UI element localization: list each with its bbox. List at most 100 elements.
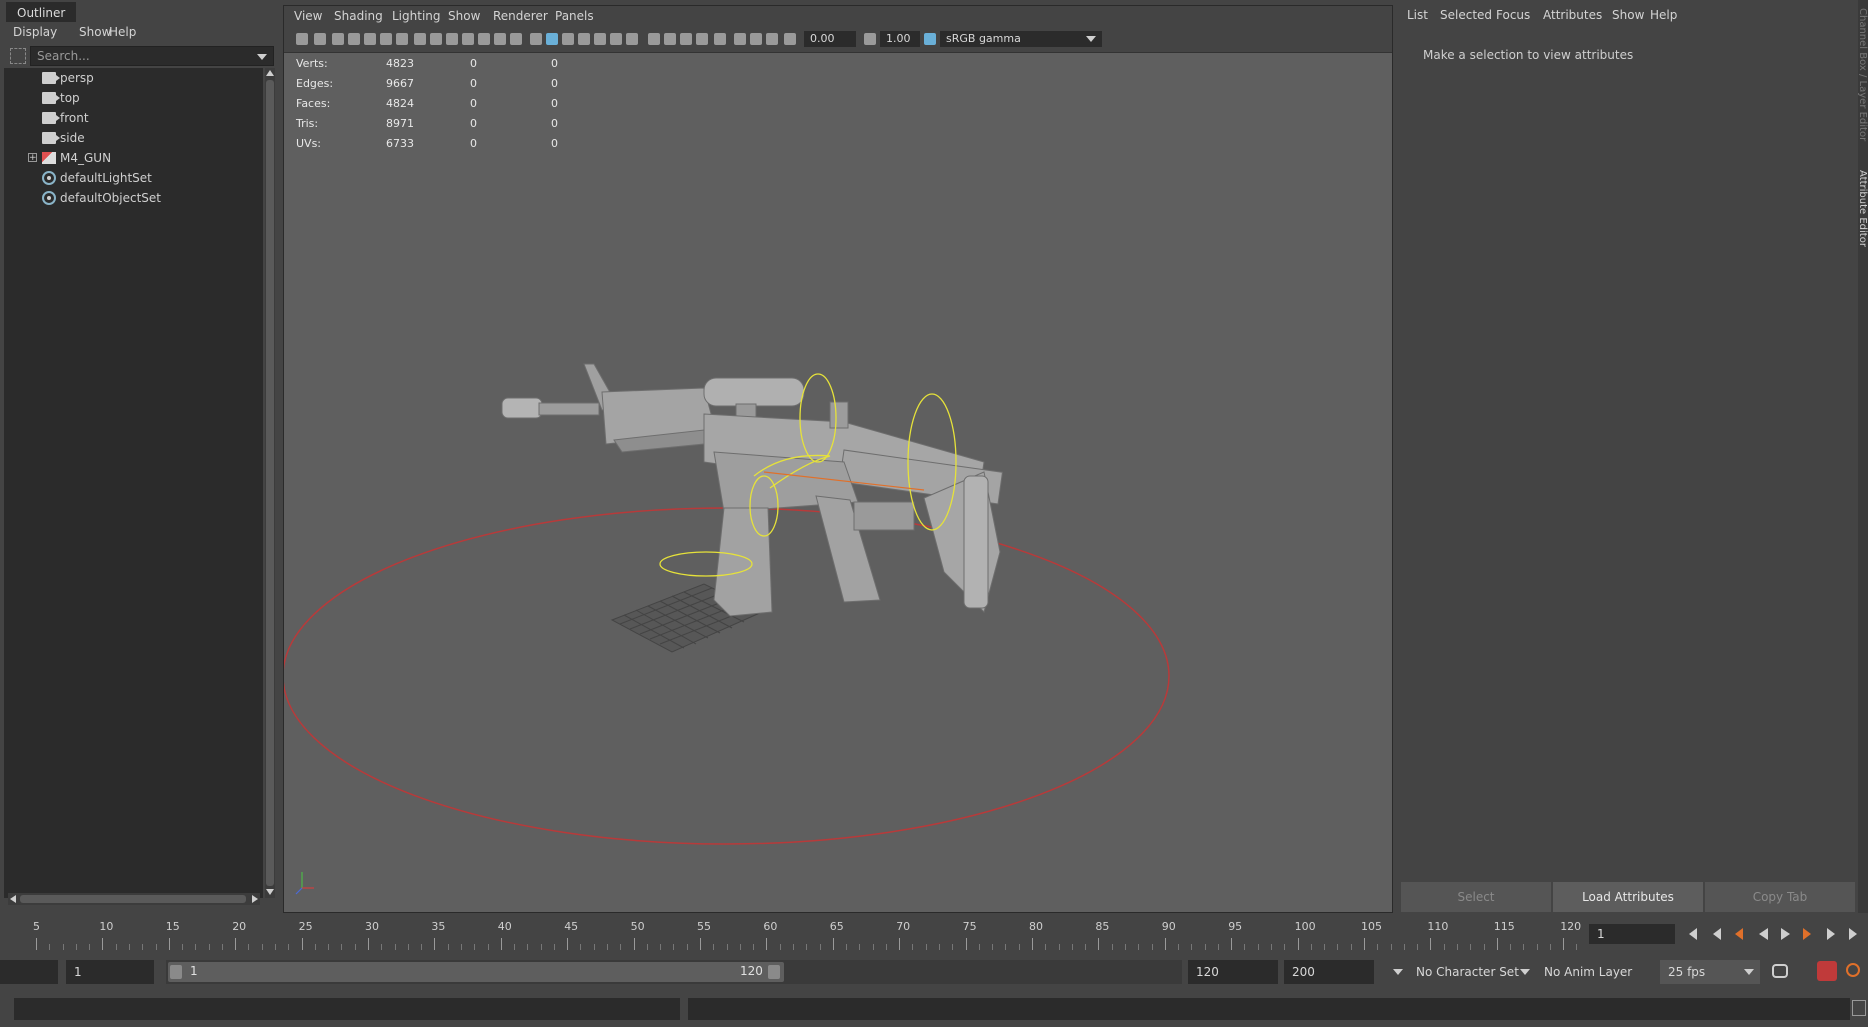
outliner-item-default-object-set[interactable]: defaultObjectSet	[4, 188, 259, 208]
attr-menu-attributes[interactable]: Attributes	[1543, 8, 1602, 22]
ambient-occlusion-icon[interactable]	[648, 33, 660, 45]
attr-menu-help[interactable]: Help	[1650, 8, 1677, 22]
xray-icon[interactable]	[594, 33, 606, 45]
range-slider-track[interactable]: 1 120	[166, 960, 1182, 984]
pencil-icon[interactable]	[396, 33, 408, 45]
gamma-icon[interactable]	[864, 33, 876, 45]
camera-select-icon[interactable]	[296, 33, 308, 45]
outliner-item-side[interactable]: side	[4, 128, 259, 148]
copy-tab-button[interactable]: Copy Tab	[1705, 882, 1855, 912]
anim-layer-dropdown-icon[interactable]	[1520, 969, 1530, 975]
step-forward-frame-icon[interactable]	[1827, 928, 1835, 940]
scroll-left-icon[interactable]	[10, 895, 16, 903]
attr-menu-focus[interactable]: Focus	[1496, 8, 1530, 22]
outliner-menu-show[interactable]: Show	[79, 25, 111, 39]
outliner-item-front[interactable]: front	[4, 108, 259, 128]
fps-select[interactable]: 25 fps	[1660, 960, 1760, 984]
outliner-item-top[interactable]: top	[4, 88, 259, 108]
select-button[interactable]: Select	[1401, 882, 1551, 912]
step-forward-key-icon[interactable]	[1803, 928, 1811, 940]
xray-joints-icon[interactable]	[734, 33, 746, 45]
gamma-field[interactable]: 1.00	[880, 31, 920, 47]
outliner-item-persp[interactable]: persp	[4, 68, 259, 88]
outliner-horizontal-scrollbar[interactable]	[8, 893, 260, 905]
channel-box-tab[interactable]: Channel Box / Layer Editor	[1858, 8, 1868, 148]
range-end-grip[interactable]	[768, 965, 780, 979]
lights-icon[interactable]	[610, 33, 622, 45]
go-to-end-icon[interactable]	[1849, 928, 1857, 940]
viewport-menu-lighting[interactable]: Lighting	[392, 9, 441, 23]
attr-menu-selected[interactable]: Selected	[1440, 8, 1492, 22]
bookmark-icon[interactable]	[332, 33, 344, 45]
isolate-select-icon[interactable]	[714, 33, 726, 45]
grease-pencil-icon[interactable]	[364, 33, 376, 45]
camera-attributes-icon[interactable]	[314, 33, 326, 45]
smooth-shade-icon[interactable]	[546, 33, 558, 45]
xray-active-icon[interactable]	[750, 33, 762, 45]
go-to-start-icon[interactable]	[1689, 928, 1697, 940]
viewport-menu-panels[interactable]: Panels	[555, 9, 594, 23]
scroll-up-icon[interactable]	[266, 70, 274, 76]
viewport-menu-shading[interactable]: Shading	[334, 9, 383, 23]
shadows-icon[interactable]	[626, 33, 638, 45]
safe-action-icon[interactable]	[494, 33, 506, 45]
playback-start-field[interactable]: 1	[66, 960, 154, 984]
scene-canvas[interactable]	[284, 52, 1392, 912]
resolution-gate-icon[interactable]	[446, 33, 458, 45]
field-chart-icon[interactable]	[478, 33, 490, 45]
default-material-icon[interactable]	[562, 33, 574, 45]
isolate-icon[interactable]	[766, 33, 778, 45]
expand-icon[interactable]: +	[28, 153, 37, 163]
color-space-select[interactable]: sRGB gamma	[940, 31, 1102, 47]
loop-icon[interactable]	[1772, 964, 1788, 978]
depth-of-field-icon[interactable]	[696, 33, 708, 45]
load-attributes-button[interactable]: Load Attributes	[1553, 882, 1703, 912]
anim-layer-select[interactable]: No Anim Layer	[1536, 960, 1642, 984]
range-start-grip[interactable]	[170, 965, 182, 979]
scrollbar-thumb[interactable]	[20, 895, 246, 903]
chevron-down-icon[interactable]	[257, 54, 267, 60]
anti-aliasing-icon[interactable]	[680, 33, 692, 45]
scrollbar-thumb[interactable]	[266, 80, 274, 886]
attr-menu-list[interactable]: List	[1407, 8, 1428, 22]
outliner-item-m4-gun[interactable]: + M4_GUN	[4, 148, 259, 168]
mel-command-input[interactable]	[14, 998, 680, 1020]
step-back-key-icon[interactable]	[1735, 928, 1743, 940]
outliner-item-default-light-set[interactable]: defaultLightSet	[4, 168, 259, 188]
wireframe-on-shaded-icon[interactable]	[578, 33, 590, 45]
scroll-down-icon[interactable]	[266, 889, 274, 895]
outliner-menu-display[interactable]: Display	[13, 25, 57, 39]
range-slider-handle[interactable]: 1 120	[168, 962, 784, 982]
step-back-frame-icon[interactable]	[1713, 928, 1721, 940]
image-plane-icon[interactable]	[348, 33, 360, 45]
grid-icon[interactable]	[414, 33, 426, 45]
character-set-select[interactable]: No Character Set	[1408, 960, 1530, 984]
2d-pan-zoom-icon[interactable]	[380, 33, 392, 45]
preferences-icon[interactable]	[1846, 963, 1860, 977]
attr-menu-show[interactable]: Show	[1612, 8, 1644, 22]
animation-start-field[interactable]	[0, 960, 58, 984]
wireframe-icon[interactable]	[530, 33, 542, 45]
outliner-tab[interactable]: Outliner	[6, 2, 77, 23]
outliner-menu-help[interactable]: Help	[109, 25, 136, 39]
viewport-panel[interactable]: View Shading Lighting Show Renderer Pane…	[283, 5, 1393, 913]
outliner-search-input[interactable]: Search...	[30, 46, 274, 66]
auto-key-icon[interactable]	[1817, 961, 1837, 981]
animation-end-field[interactable]: 200	[1284, 960, 1374, 984]
scroll-right-icon[interactable]	[252, 895, 258, 903]
color-management-icon[interactable]	[924, 33, 936, 45]
outliner-vertical-scrollbar[interactable]	[265, 68, 275, 898]
viewport-menu-show[interactable]: Show	[448, 9, 480, 23]
play-forwards-icon[interactable]	[1781, 928, 1790, 940]
attribute-editor-tab[interactable]: Attribute Editor	[1858, 170, 1868, 260]
gate-mask-icon[interactable]	[462, 33, 474, 45]
playback-end-field[interactable]: 120	[1188, 960, 1278, 984]
time-slider[interactable]: 5 10 15 20 25 30 35 40 45 50 55 60 65 70 75 80 85 90 95 100…	[0, 916, 1583, 952]
motion-blur-icon[interactable]	[664, 33, 676, 45]
current-frame-field[interactable]: 1	[1589, 924, 1675, 944]
filter-icon[interactable]	[10, 48, 26, 64]
viewport-menu-renderer[interactable]: Renderer	[493, 9, 548, 23]
exposure-field[interactable]: 0.00	[804, 31, 856, 47]
play-backwards-icon[interactable]	[1759, 928, 1768, 940]
film-gate-icon[interactable]	[430, 33, 442, 45]
